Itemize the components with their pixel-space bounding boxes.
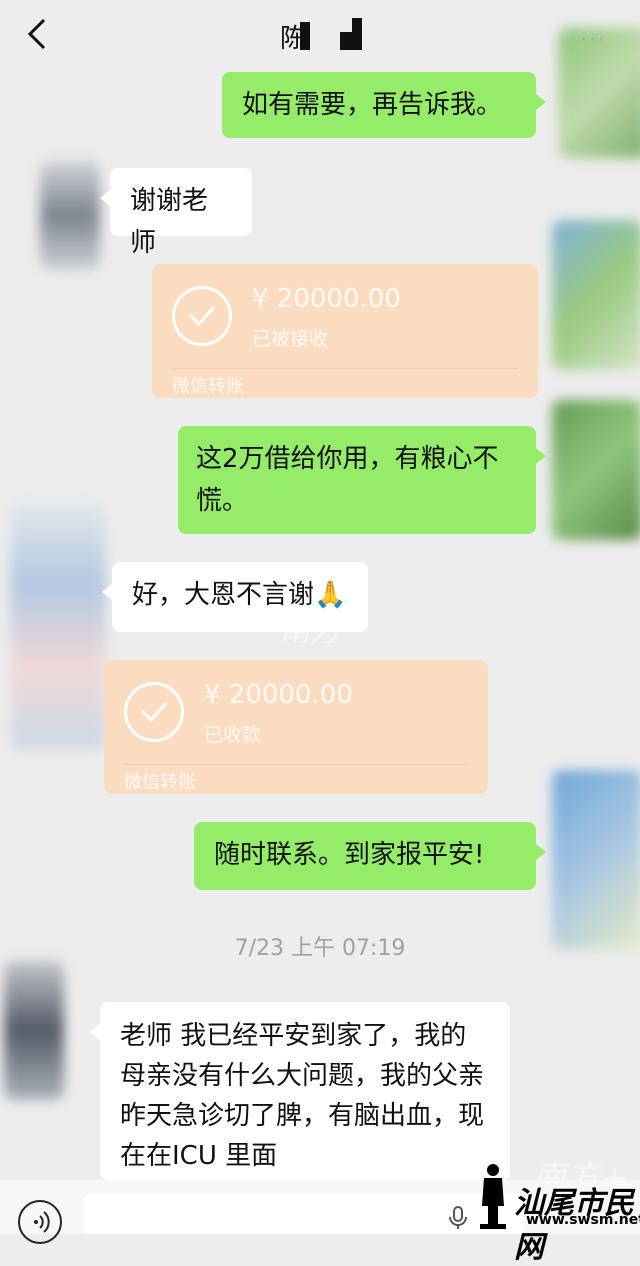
message-text: 老师 我已经平安到家了，我的母亲没有什么大问题，我的父亲昨天急诊切了脾，有脑出血… [120, 1021, 485, 1171]
back-icon[interactable] [22, 16, 52, 52]
avatar-self[interactable] [558, 28, 640, 158]
avatar-self[interactable] [552, 400, 640, 540]
voice-icon[interactable] [18, 1200, 62, 1244]
message-bubble-received[interactable]: 老师 我已经平安到家了，我的母亲没有什么大问题，我的父亲昨天急诊切了脾，有脑出血… [90, 1002, 510, 1180]
transfer-label: 微信转账 [124, 772, 196, 793]
transfer-card-sent[interactable]: ¥ 20000.00 已被接收 微信转账 [152, 264, 538, 398]
message-text: 随时联系。到家报平安! [214, 840, 485, 870]
check-circle-icon [124, 682, 184, 742]
transfer-status: 已被接收 [252, 328, 329, 350]
chat-header: 陈 ··· [0, 0, 640, 72]
statue-icon [480, 1164, 506, 1229]
site-url: www.swsm.net [526, 1212, 640, 1228]
avatar-self[interactable] [552, 770, 640, 950]
message-text: 如有需要，再告诉我。 [242, 90, 503, 120]
divider [124, 764, 468, 765]
avatar-contact[interactable] [10, 500, 106, 750]
transfer-amount: ¥ 20000.00 [204, 680, 353, 710]
site-logo: 汕尾市民网 www.swsm.net [474, 1160, 640, 1265]
message-text: 这2万借给你用，有粮心不慌。 [196, 444, 499, 516]
transfer-label: 微信转账 [172, 376, 244, 397]
transfer-amount: ¥ 20000.00 [252, 284, 401, 314]
redaction-block [300, 22, 310, 50]
redaction-block [340, 18, 362, 50]
message-text: 谢谢老师 [130, 186, 209, 258]
message-bubble-sent[interactable]: 这2万借给你用，有粮心不慌。 [178, 426, 546, 534]
message-timestamp: 7/23 上午 07:19 [234, 936, 406, 961]
avatar-contact[interactable] [40, 160, 100, 270]
message-bubble-sent[interactable]: 随时联系。到家报平安! [194, 822, 546, 890]
mic-icon[interactable] [448, 1206, 468, 1230]
avatar-contact[interactable] [4, 960, 64, 1100]
transfer-card-received[interactable]: ¥ 20000.00 已收款 微信转账 [104, 660, 488, 794]
transfer-status: 已收款 [204, 724, 262, 746]
message-bubble-sent[interactable]: 如有需要，再告诉我。 [222, 72, 546, 138]
check-circle-icon [172, 286, 232, 346]
divider [172, 368, 518, 369]
avatar-self[interactable] [552, 220, 640, 370]
watermark: 南方 [280, 614, 340, 649]
message-bubble-received[interactable]: 谢谢老师 [100, 168, 252, 258]
